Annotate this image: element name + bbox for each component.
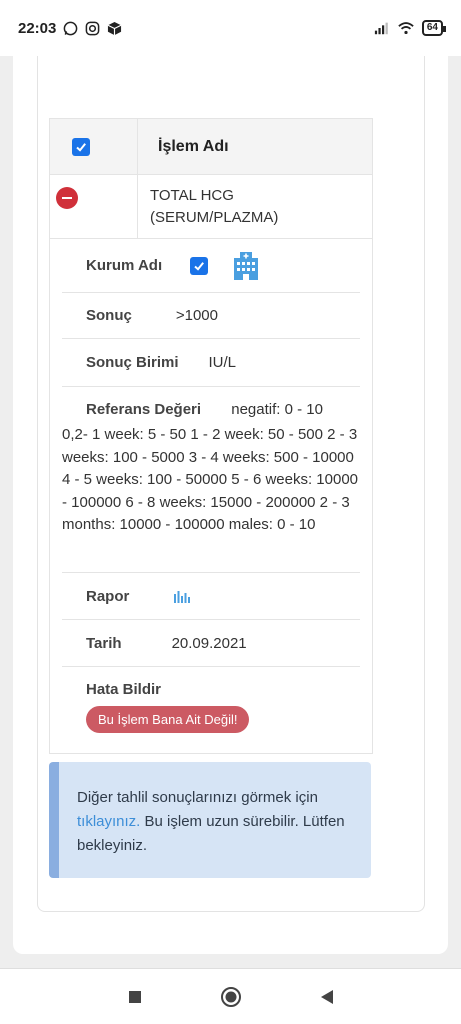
status-time: 22:03	[18, 19, 57, 37]
detail-row-kurum: Kurum Adı	[62, 239, 360, 293]
test-table: İşlem Adı TOTAL HCG (SERUM/PLAZMA) Kurum…	[49, 118, 373, 754]
header-checkbox-cell	[50, 118, 138, 175]
info-alert: Diğer tahlil sonuçlarınızı görmek için t…	[49, 762, 371, 878]
hospital-building-icon[interactable]	[230, 250, 262, 282]
whatsapp-icon	[62, 20, 78, 36]
bar-chart-icon[interactable]	[173, 588, 191, 604]
page-container: İşlem Adı TOTAL HCG (SERUM/PLAZMA) Kurum…	[13, 56, 448, 954]
square-icon	[128, 990, 141, 1003]
birim-label: Sonuç Birimi	[86, 354, 179, 371]
select-all-checkbox[interactable]	[72, 137, 90, 156]
wifi-icon	[398, 20, 414, 36]
row-test-name: TOTAL HCG (SERUM/PLAZMA)	[138, 175, 278, 238]
test-details: Kurum Adı Sonuç >1000 Sonuç Birimi IU/L …	[50, 239, 372, 757]
referans-values: 0,2- 1 week: 5 - 50 1 - 2 week: 50 - 500…	[62, 426, 359, 533]
table-header: İşlem Adı	[50, 118, 372, 175]
test-name-line1: TOTAL HCG	[150, 187, 234, 204]
info-link[interactable]: tıklayınız.	[77, 813, 140, 830]
recents-button[interactable]	[87, 990, 183, 1004]
sonuc-value: >1000	[175, 307, 218, 324]
home-button[interactable]	[183, 986, 279, 1008]
detail-row-referans: Referans Değeri negatif: 0 - 10 0,2- 1 w…	[62, 387, 360, 573]
not-mine-button[interactable]: Bu İşlem Bana Ait Değil!	[86, 706, 250, 733]
status-bar: 22:03 64	[0, 0, 461, 56]
back-button[interactable]	[279, 989, 375, 1005]
system-nav-bar	[0, 968, 461, 1024]
detail-row-sonuc: Sonuç >1000	[62, 293, 360, 339]
kurum-label: Kurum Adı	[86, 257, 163, 274]
hata-label: Hata Bildir	[86, 681, 162, 698]
row-action-cell	[50, 175, 138, 238]
test-name-line2: (SERUM/PLAZMA)	[150, 209, 279, 226]
header-test-name: İşlem Adı	[158, 137, 229, 155]
kurum-checkbox[interactable]	[190, 256, 209, 275]
referans-first-value: negatif: 0 - 10	[231, 401, 323, 418]
back-triangle-icon	[320, 989, 333, 1004]
info-text-before: Diğer tahlil sonuçlarınızı görmek için	[77, 789, 318, 806]
home-circle-icon	[220, 986, 241, 1007]
detail-row-rapor: Rapor	[62, 573, 360, 620]
rapor-label: Rapor	[86, 587, 130, 605]
instagram-icon	[84, 20, 100, 36]
package-icon	[106, 20, 122, 36]
birim-value: IU/L	[208, 354, 237, 371]
tarih-label: Tarih	[86, 634, 122, 652]
remove-icon[interactable]	[56, 187, 78, 209]
sonuc-label: Sonuç	[86, 307, 132, 324]
tarih-value: 20.09.2021	[171, 634, 247, 652]
detail-row-tarih: Tarih 20.09.2021	[62, 620, 360, 667]
referans-first-line: Referans Değeri negatif: 0 - 10	[62, 401, 360, 418]
table-row: TOTAL HCG (SERUM/PLAZMA)	[50, 175, 372, 239]
referans-label: Referans Değeri	[86, 401, 202, 418]
battery-icon: 64	[421, 20, 447, 36]
detail-row-birim: Sonuç Birimi IU/L	[62, 339, 360, 387]
detail-row-hata: Hata Bildir Bu İşlem Bana Ait Değil!	[62, 667, 360, 757]
signal-icon	[374, 20, 390, 36]
